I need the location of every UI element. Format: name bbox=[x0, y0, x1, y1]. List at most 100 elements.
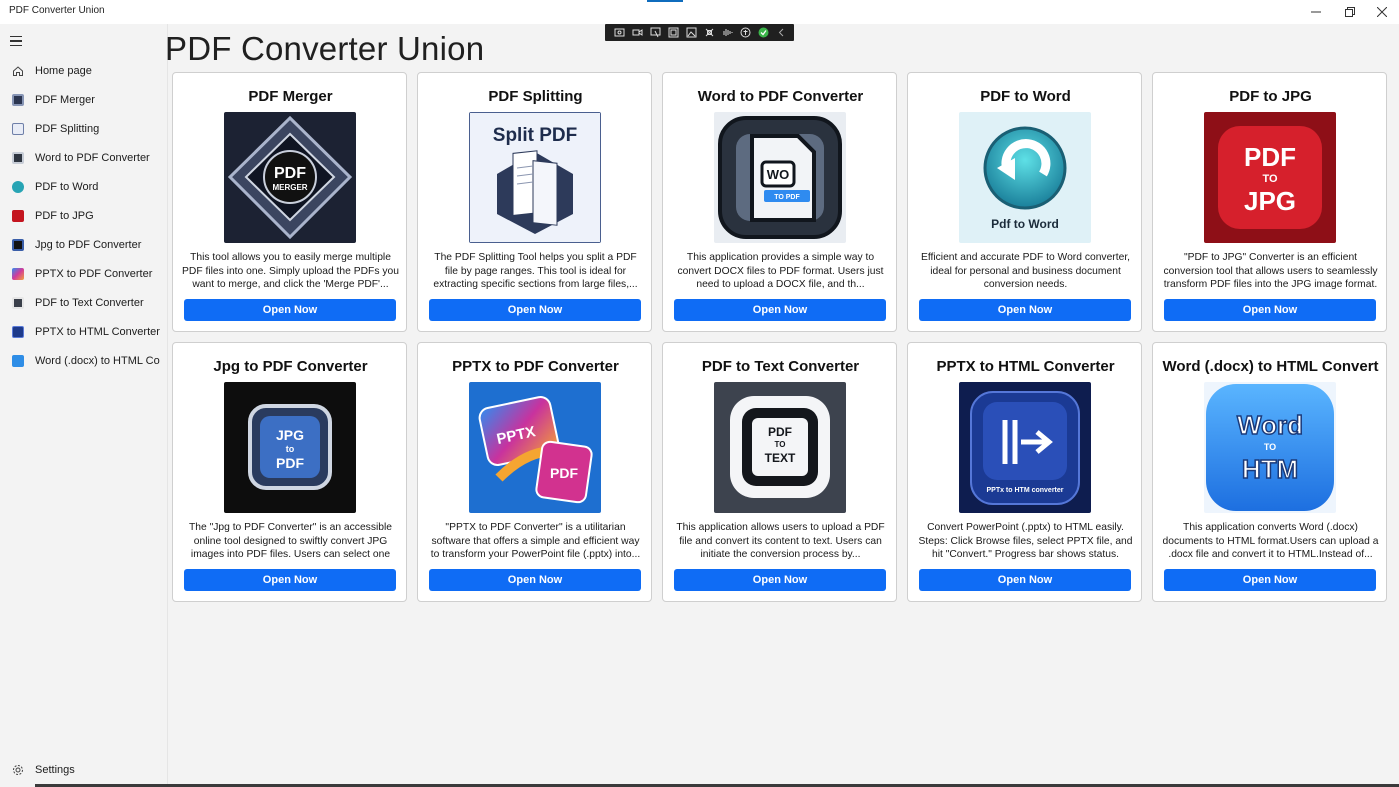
card-description: Efficient and accurate PDF to Word conve… bbox=[920, 252, 1131, 290]
tool-card-pdf-to-word: PDF to Word Pdf to Word Efficient and ac… bbox=[907, 72, 1142, 332]
sidebar-item-pptx-to-pdf[interactable]: PPTX to PDF Converter bbox=[0, 259, 168, 288]
open-now-button[interactable]: Open Now bbox=[674, 299, 886, 321]
image-text-split-pdf: Split PDF bbox=[493, 125, 577, 146]
pdf-to-text-icon bbox=[11, 296, 24, 309]
image-text-jpg: JPG bbox=[1244, 186, 1296, 216]
accessibility-icon[interactable] bbox=[739, 27, 752, 38]
open-now-button[interactable]: Open Now bbox=[919, 299, 1131, 321]
card-title: PPTX to HTML Converter bbox=[936, 358, 1115, 375]
tool-card-pptx-to-pdf: PPTX to PDF Converter PPTX PDF "PPTX to … bbox=[417, 342, 652, 602]
jpg-to-pdf-icon bbox=[11, 238, 24, 251]
word-to-html-image: Word TO HTM bbox=[1204, 382, 1336, 513]
sidebar-item-jpg-to-pdf[interactable]: Jpg to PDF Converter bbox=[0, 230, 168, 259]
open-now-button[interactable]: Open Now bbox=[1164, 569, 1376, 591]
pdf-to-jpg-image: PDF TO JPG bbox=[1204, 112, 1336, 243]
card-description: "PDF to JPG" Converter is an efficient c… bbox=[1163, 252, 1378, 290]
sidebar-item-pdf-to-jpg[interactable]: PDF to JPG bbox=[0, 201, 168, 230]
screenshot-icon[interactable] bbox=[613, 27, 626, 38]
card-description: "PPTX to PDF Converter" is a utilitarian… bbox=[430, 522, 641, 560]
image-text-merger: MERGER bbox=[272, 183, 307, 192]
word-to-pdf-icon bbox=[11, 151, 24, 164]
card-title: PPTX to PDF Converter bbox=[452, 358, 619, 375]
sidebar-item-label: Home page bbox=[35, 64, 92, 77]
card-description: This application provides a simple way t… bbox=[677, 252, 884, 290]
sidebar-item-pptx-to-html[interactable]: PPTX to HTML Converter bbox=[0, 317, 168, 346]
image-text-pdf: PDF bbox=[550, 465, 578, 481]
minimize-icon[interactable] bbox=[1299, 0, 1333, 24]
open-now-button[interactable]: Open Now bbox=[184, 569, 396, 591]
sidebar-item-label: Word (.docx) to HTML Co bbox=[35, 354, 160, 367]
image-text-pdf: PDF bbox=[276, 455, 304, 471]
image-text-pdf-to-word: Pdf to Word bbox=[991, 217, 1059, 231]
image-text-pdf: PDF bbox=[768, 425, 792, 439]
card-description: This application allows users to upload … bbox=[676, 522, 885, 560]
title-bar: PDF Converter Union bbox=[0, 0, 1399, 24]
card-description: This tool allows you to easily merge mul… bbox=[182, 252, 399, 290]
sidebar-item-settings[interactable]: Settings bbox=[0, 755, 168, 784]
tool-card-jpg-to-pdf: Jpg to PDF Converter JPG to PDF The "Jpg… bbox=[172, 342, 407, 602]
image-text-word: Word bbox=[1237, 410, 1303, 440]
video-icon[interactable] bbox=[631, 27, 644, 38]
pdf-splitting-icon bbox=[11, 122, 24, 135]
close-icon[interactable] bbox=[1365, 0, 1399, 24]
open-now-button[interactable]: Open Now bbox=[674, 569, 886, 591]
pdf-merger-icon bbox=[11, 93, 24, 106]
sidebar-item-label: PDF to Word bbox=[35, 180, 99, 193]
pdf-to-jpg-icon bbox=[11, 209, 24, 222]
image-text-to: to bbox=[286, 444, 295, 454]
image-icon[interactable] bbox=[685, 27, 698, 38]
tool-card-pptx-to-html: PPTX to HTML Converter PPTx to HTM conve… bbox=[907, 342, 1142, 602]
tool-card-word-to-pdf: Word to PDF Converter WO TO PDF This app… bbox=[662, 72, 897, 332]
check-icon[interactable] bbox=[757, 27, 770, 38]
jpg-to-pdf-image: JPG to PDF bbox=[224, 382, 356, 513]
card-description: The PDF Splitting Tool helps you split a… bbox=[433, 252, 638, 290]
collapse-icon[interactable] bbox=[775, 27, 788, 38]
tool-card-word-to-html: Word (.docx) to HTML Convert Word TO HTM… bbox=[1152, 342, 1387, 602]
image-text-text: TEXT bbox=[765, 451, 796, 465]
card-description: The "Jpg to PDF Converter" is an accessi… bbox=[188, 522, 393, 560]
page-title: PDF Converter Union bbox=[165, 30, 485, 67]
image-text-jpg: JPG bbox=[276, 427, 304, 443]
sidebar-item-label: Settings bbox=[35, 763, 75, 776]
pdf-splitting-image: Split PDF bbox=[469, 112, 601, 243]
region-icon[interactable] bbox=[667, 27, 680, 38]
hamburger-menu-icon[interactable] bbox=[10, 34, 26, 48]
card-title: PDF to Word bbox=[980, 88, 1071, 105]
word-to-pdf-image: WO TO PDF bbox=[714, 112, 846, 243]
sidebar-item-pdf-splitting[interactable]: PDF Splitting bbox=[0, 114, 168, 143]
open-now-button[interactable]: Open Now bbox=[184, 299, 396, 321]
sidebar-item-word-to-html[interactable]: Word (.docx) to HTML Co bbox=[0, 346, 168, 375]
restore-icon[interactable] bbox=[1333, 0, 1367, 24]
pdf-to-word-icon bbox=[11, 180, 24, 193]
image-text-wo: WO bbox=[767, 167, 789, 182]
card-title: Jpg to PDF Converter bbox=[213, 358, 368, 375]
tool-card-pdf-to-jpg: PDF to JPG PDF TO JPG "PDF to JPG" Conve… bbox=[1152, 72, 1387, 332]
sidebar-item-pdf-merger[interactable]: PDF Merger bbox=[0, 85, 168, 114]
open-now-button[interactable]: Open Now bbox=[1164, 299, 1376, 321]
image-text-pdf: PDF bbox=[1244, 142, 1296, 172]
open-now-button[interactable]: Open Now bbox=[919, 569, 1131, 591]
open-now-button[interactable]: Open Now bbox=[429, 299, 641, 321]
pdf-to-word-image: Pdf to Word bbox=[959, 112, 1091, 243]
image-text-to: TO bbox=[1262, 173, 1278, 185]
image-text-to-pdf: TO PDF bbox=[774, 194, 800, 201]
open-now-button[interactable]: Open Now bbox=[429, 569, 641, 591]
pptx-to-html-image: PPTx to HTM converter bbox=[959, 382, 1091, 513]
pptx-to-pdf-image: PPTX PDF bbox=[469, 382, 601, 513]
audio-icon[interactable] bbox=[721, 27, 734, 38]
touch-icon[interactable] bbox=[703, 27, 716, 38]
sidebar-item-label: PDF to Text Converter bbox=[35, 296, 144, 309]
pointer-icon[interactable] bbox=[649, 27, 662, 38]
home-icon bbox=[11, 64, 24, 77]
card-title: PDF Splitting bbox=[488, 88, 583, 105]
sidebar-item-pdf-to-word[interactable]: PDF to Word bbox=[0, 172, 168, 201]
tool-card-pdf-to-text: PDF to Text Converter PDF TO TEXT This a… bbox=[662, 342, 897, 602]
sidebar-item-label: PPTX to HTML Converter bbox=[35, 325, 160, 338]
sidebar-item-home[interactable]: Home page bbox=[0, 56, 168, 85]
image-text-to: TO bbox=[775, 440, 786, 449]
sidebar-item-label: PDF to JPG bbox=[35, 209, 94, 222]
sidebar-item-word-to-pdf[interactable]: Word to PDF Converter bbox=[0, 143, 168, 172]
sidebar-item-pdf-to-text[interactable]: PDF to Text Converter bbox=[0, 288, 168, 317]
card-title: PDF to JPG bbox=[1229, 88, 1312, 105]
sidebar: Home page PDF Merger PDF Splitting Word … bbox=[0, 24, 168, 787]
